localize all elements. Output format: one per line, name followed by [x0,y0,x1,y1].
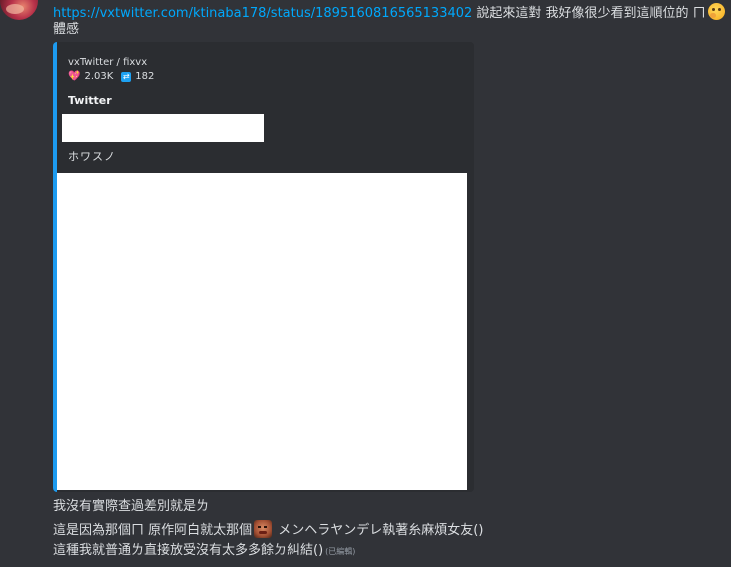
line3-text-b: メンヘラヤンデレ執著糸麻煩女友() [274,523,484,538]
likes-count: 2.03K [84,71,114,82]
message-line-3: 這是因為那個ㄇ 原作阿白就太那個 メンヘラヤンデレ執著糸麻煩女友() [53,520,483,540]
tweet-link[interactable]: https://vxtwitter.com/ktinaba178/status/… [53,6,472,21]
redacted-block [62,114,264,142]
message-line-1: https://vxtwitter.com/ktinaba178/status/… [53,3,731,23]
heart-icon: 💖 [68,71,81,82]
twitter-embed: vxTwitter / fixvx 💖 2.03K ⇄ 182 Twitter … [53,42,474,492]
message-line-1b: 體感 [53,22,80,37]
message-text-2: 個人 [727,6,731,21]
message-line-4: 這種我就普通ㄌ直接放受沒有太多多餘ㄉ糾結() (已編輯) [53,542,355,561]
embed-title[interactable]: Twitter [68,94,112,107]
face-emoji-icon [254,520,273,538]
embed-image[interactable] [57,173,467,490]
embed-description: ホワスノ [68,150,116,163]
retweets-count: 182 [135,71,155,82]
line4-text: 這種我就普通ㄌ直接放受沒有太多多餘ㄉ糾結() [53,543,324,558]
embed-author[interactable]: vxTwitter / fixvx [68,57,147,68]
edited-label: (已編輯) [325,547,356,556]
thinking-face-emoji-icon [707,3,725,20]
message-text: 說起來這對 我好像很少看到這順位的 ㄇ [472,6,706,21]
message-line-2: 我沒有實際查過差別就是ㄌ [53,499,210,514]
user-avatar[interactable] [0,0,38,20]
embed-stats: 💖 2.03K ⇄ 182 [68,71,154,82]
retweet-icon: ⇄ [121,71,132,82]
line3-text-a: 這是因為那個ㄇ 原作阿白就太那個 [53,523,253,538]
